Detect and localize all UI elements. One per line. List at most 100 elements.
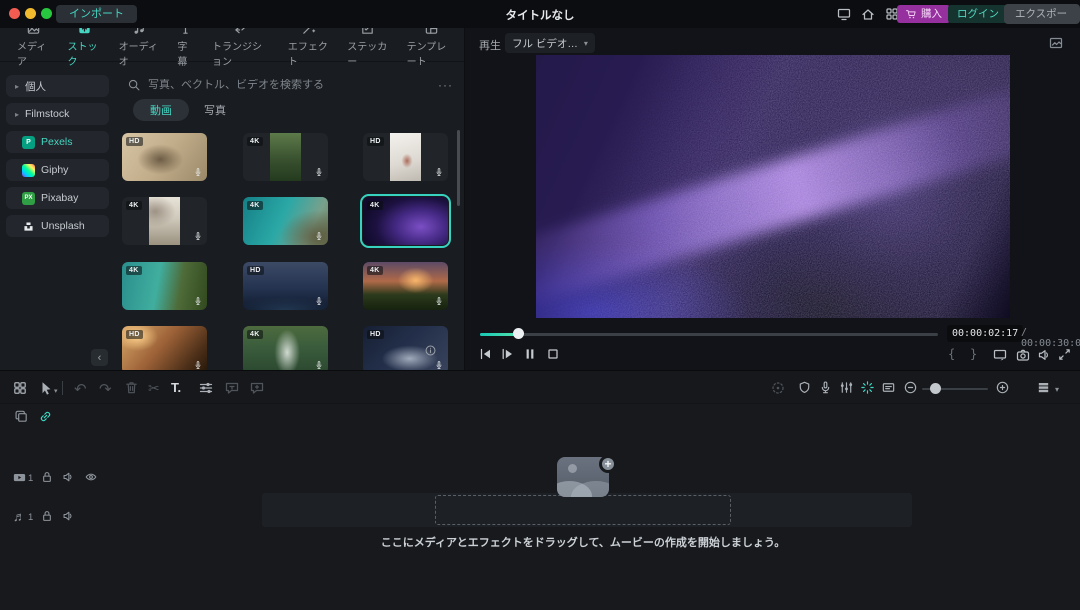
undo-icon[interactable]: ↶ [74, 380, 90, 396]
window-zoom-button[interactable] [41, 8, 52, 19]
volume-icon[interactable] [1036, 347, 1052, 363]
tab-stock[interactable]: ストック [59, 28, 110, 68]
stop-button[interactable] [545, 346, 563, 364]
media-dropzone[interactable] [435, 495, 731, 525]
snap-toggle-icon[interactable] [860, 380, 876, 396]
stock-thumbnail[interactable]: HD [122, 326, 207, 370]
tab-audio[interactable]: オーディオ [110, 28, 169, 68]
adjust-sliders-icon[interactable] [198, 380, 214, 396]
marker-icon[interactable] [881, 380, 897, 396]
stock-thumbnail[interactable]: 4K [243, 197, 328, 245]
timeline-toolbar: ▾ ↶ ↷ ✂ T. ▾ [0, 370, 1080, 404]
track-layout-caret[interactable]: ▾ [1055, 385, 1059, 394]
display-mode-icon[interactable] [836, 6, 852, 22]
video-track-number: 1 [28, 473, 33, 484]
sidebar-item-filmstock[interactable]: ▸ Filmstock [6, 103, 109, 125]
quality-value: フル ビデオ… [512, 36, 578, 51]
video-mute-icon[interactable] [61, 470, 76, 485]
sidebar-item-pixabay[interactable]: PX Pixabay [6, 187, 109, 209]
buy-button[interactable]: 購入 [897, 5, 950, 23]
zoom-out-icon[interactable] [903, 380, 919, 396]
stock-thumbnail[interactable]: 4K [243, 326, 328, 370]
resolution-badge: 4K [126, 266, 142, 275]
play-step-forward-button[interactable] [500, 346, 518, 364]
shield-protect-icon[interactable] [797, 380, 813, 396]
tab-label: エフェクト [288, 38, 329, 68]
more-options-icon[interactable]: ··· [438, 78, 453, 92]
tab-stickers[interactable]: ステッカー [338, 28, 397, 68]
tab-label: ストック [68, 38, 101, 68]
sidebar-item-pexels[interactable]: P Pexels [6, 131, 109, 153]
play-on-tv-icon[interactable] [992, 347, 1008, 363]
stock-thumbnail[interactable]: 4K [363, 262, 448, 310]
export-button[interactable]: エクスポート [1004, 4, 1080, 24]
seek-handle[interactable] [513, 328, 524, 339]
record-voiceover-icon[interactable] [818, 380, 834, 396]
stock-thumbnail-selected[interactable]: 4K [363, 197, 448, 245]
text-to-speech-icon[interactable] [249, 380, 265, 396]
seek-bar-track[interactable] [480, 333, 938, 336]
tab-media[interactable]: メディア [8, 28, 59, 68]
tab-templates[interactable]: テンプレート [398, 28, 465, 68]
stock-tab-photo[interactable]: 写真 [192, 99, 238, 121]
unsplash-logo-icon [22, 220, 35, 233]
audio-mic-icon [193, 230, 203, 242]
redo-icon[interactable]: ↷ [99, 380, 115, 396]
stock-thumbnail[interactable]: HD [243, 262, 328, 310]
stock-tab-video[interactable]: 動画 [133, 99, 189, 121]
info-icon[interactable] [424, 344, 437, 357]
playback-quality-dropdown[interactable]: フル ビデオ… ▾ [505, 33, 595, 53]
sidebar-item-personal[interactable]: ▸ 個人 [6, 75, 109, 97]
stock-thumbnail[interactable]: 4K [122, 262, 207, 310]
pause-button[interactable] [522, 346, 540, 364]
snapshot-camera-icon[interactable] [1015, 347, 1031, 363]
search-input[interactable] [148, 79, 431, 91]
audio-mixer-icon[interactable] [839, 380, 855, 396]
tab-effects[interactable]: エフェクト [279, 28, 338, 68]
track-layout-icon[interactable] [1036, 380, 1052, 396]
login-button[interactable]: ログイン [948, 5, 1008, 23]
collapse-panel-button[interactable]: ‹ [91, 349, 108, 366]
sidebar-item-giphy[interactable]: Giphy [6, 159, 109, 181]
resolution-badge: HD [126, 330, 143, 339]
scrollbar-thumb[interactable] [457, 130, 460, 206]
video-preview-canvas[interactable] [536, 55, 1010, 318]
quick-text-tool[interactable]: T. [171, 380, 181, 396]
giphy-logo-icon [22, 164, 35, 177]
stock-thumbnail[interactable]: 4K [243, 133, 328, 181]
stock-thumbnail[interactable]: 4K [122, 197, 207, 245]
sticker-icon [360, 28, 375, 36]
manage-tracks-icon[interactable] [14, 409, 29, 424]
stock-thumbnail[interactable]: HD [363, 133, 448, 181]
audio-mute-icon[interactable] [61, 509, 76, 524]
delete-trash-icon[interactable] [124, 380, 140, 396]
buy-button-label: 購入 [921, 5, 942, 23]
video-lock-icon[interactable] [40, 470, 55, 485]
audio-lock-icon[interactable] [40, 509, 55, 524]
speech-to-text-icon[interactable] [224, 380, 240, 396]
import-button[interactable]: インポート [56, 5, 137, 23]
window-minimize-button[interactable] [25, 8, 36, 19]
mark-in-brace[interactable]: { [948, 347, 955, 361]
tab-transitions[interactable]: トランジション [203, 28, 279, 68]
split-scissors-icon[interactable]: ✂ [148, 380, 164, 396]
stock-thumbnail[interactable]: HD [122, 133, 207, 181]
media-manager-icon[interactable] [12, 380, 28, 396]
mark-out-brace[interactable]: } [970, 347, 977, 361]
search-bar: ··· [115, 70, 465, 100]
pointer-tool-caret[interactable]: ▾ [54, 387, 58, 395]
timeline-zoom-handle[interactable] [930, 383, 941, 394]
link-clips-icon[interactable] [38, 409, 53, 424]
window-close-button[interactable] [9, 8, 20, 19]
sidebar-item-unsplash[interactable]: Unsplash [6, 215, 109, 237]
previous-frame-button[interactable] [477, 346, 495, 364]
pointer-tool-icon[interactable] [38, 380, 54, 396]
home-icon[interactable] [860, 6, 876, 22]
scene-detection-icon[interactable] [1048, 35, 1064, 51]
tab-subtitles[interactable]: 字幕 [168, 28, 203, 68]
chevron-down-icon: ▾ [584, 39, 588, 48]
video-visibility-eye-icon[interactable] [84, 470, 99, 485]
zoom-in-icon[interactable] [995, 380, 1011, 396]
render-preview-icon[interactable] [770, 380, 786, 396]
fullscreen-icon[interactable] [1057, 347, 1072, 362]
